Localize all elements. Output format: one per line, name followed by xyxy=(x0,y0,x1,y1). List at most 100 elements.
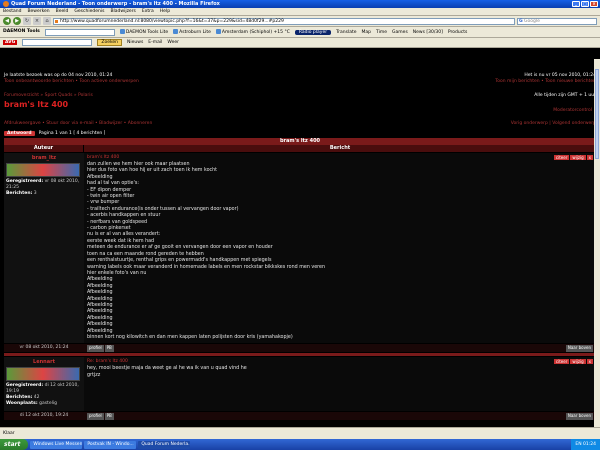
post-author-panel: Lennart Geregistreerd: di 12 okt 2010, 1… xyxy=(4,357,84,412)
avg-email-button[interactable]: E-mail xyxy=(148,40,162,45)
menu-bladwijzers[interactable]: Bladwijzers xyxy=(110,9,135,14)
games-button[interactable]: Games xyxy=(392,30,408,35)
moderator-link[interactable]: Moderatorcontrol xyxy=(553,108,592,113)
reply-button[interactable]: Antwoord xyxy=(4,131,35,136)
daemon-tools-button[interactable]: DAEMON Tools Lite xyxy=(119,29,168,35)
top-button[interactable]: Naar boven xyxy=(565,413,593,421)
time-button[interactable]: Time xyxy=(376,30,387,35)
quote-button[interactable]: citeer xyxy=(553,359,570,365)
avg-news-button[interactable]: Nieuws xyxy=(127,40,143,45)
reload-icon[interactable]: ↻ xyxy=(23,17,31,25)
task-firefox[interactable]: Quad Forum Nederla... xyxy=(138,440,191,449)
menu-extra[interactable]: Extra xyxy=(142,9,154,14)
edit-button[interactable]: wijzig xyxy=(570,359,586,365)
bookmark-link[interactable]: Bladwijzer xyxy=(99,121,122,126)
post-author-count: 42 xyxy=(33,395,40,401)
delete-button[interactable]: x xyxy=(586,359,593,365)
post-line: binnen kort nog kilowitch en dan men kap… xyxy=(87,334,293,340)
print-view-link[interactable]: Afdrukweergave xyxy=(4,121,41,126)
menu-geschiedenis[interactable]: Geschiedenis xyxy=(74,9,104,14)
subscribe-link[interactable]: Abonneren xyxy=(128,121,153,126)
pm-button[interactable]: PB xyxy=(104,413,114,421)
avg-logo: AVG xyxy=(3,40,18,45)
column-headers: Auteur Bericht xyxy=(4,145,596,152)
post-title[interactable]: bram's ltz 400 xyxy=(87,155,119,160)
topic-header: bram's ltz 400 xyxy=(4,138,596,145)
breadcrumb[interactable]: Forumoverzicht » Sport Quads » Polaris xyxy=(4,93,93,98)
products-button[interactable]: Products xyxy=(448,30,467,35)
timezone-text: Alle tijden zijn GMT + 1 uur xyxy=(534,93,596,98)
prev-topic-link[interactable]: Vorig onderwerp xyxy=(511,121,548,126)
post-author-name[interactable]: Lennart xyxy=(6,359,82,365)
avg-search-input[interactable] xyxy=(22,39,93,46)
scrollbar-thumb[interactable] xyxy=(595,69,599,159)
last-visit-text: Je laatste bezoek was op do 04 nov 2010,… xyxy=(4,73,113,78)
task-messenger[interactable]: Windows Live Messen... xyxy=(30,440,83,449)
forward-link[interactable]: Stuur door via e-mail xyxy=(46,121,93,126)
own-posts-link[interactable]: Toon mijn berichten xyxy=(495,79,539,84)
post-body: Re: bram's ltz 400 citeer wijzig x hey, mo… xyxy=(84,357,596,412)
translate-button[interactable]: Translate xyxy=(336,30,356,35)
new-posts-link[interactable]: Toon nieuwe berichten xyxy=(545,79,596,84)
close-button[interactable]: × xyxy=(590,1,598,7)
daemon-logo: DAEMON Tools xyxy=(3,29,40,34)
current-time-text: Het is nu vr 05 nov 2010, 01:24 xyxy=(524,73,596,78)
post-author-location: gastelig xyxy=(39,401,57,407)
quote-button[interactable]: citeer xyxy=(553,155,570,160)
pm-button[interactable]: PB xyxy=(104,345,114,353)
page-scrollbar[interactable] xyxy=(594,59,600,427)
post-date: di 12 okt 2010, 19:24 xyxy=(19,413,69,419)
news-button[interactable]: News [30/30] xyxy=(413,30,443,35)
avg-weather-button[interactable]: Weer xyxy=(167,40,179,45)
maximize-button[interactable]: □ xyxy=(581,1,589,7)
window-title: Quad Forum Nederland - Toon onderwerp - … xyxy=(11,1,220,7)
profile-button[interactable]: profiel xyxy=(87,413,104,421)
post-body: bram's ltz 400 citeer wijzig x dan zullen … xyxy=(84,153,596,344)
menu-bestand[interactable]: Bestand xyxy=(3,9,21,14)
radio-player-button[interactable]: Radio player xyxy=(294,29,332,35)
system-tray: EN 01:24 xyxy=(571,439,600,450)
minimize-button[interactable]: _ xyxy=(572,1,580,7)
menu-beeld[interactable]: Beeld xyxy=(56,9,69,14)
taskbar: start Windows Live Messen... Postvak IN … xyxy=(0,439,600,450)
back-icon[interactable]: ◀ xyxy=(3,17,11,25)
start-button[interactable]: start xyxy=(0,439,29,450)
language-indicator[interactable]: EN xyxy=(575,442,581,447)
unanswered-link[interactable]: Toon onbeantwoorde berichten xyxy=(4,79,74,84)
task-inbox[interactable]: Postvak IN - Windo... xyxy=(84,440,137,449)
navigation-bar: ◀ ▶ ↻ × ⌂ http://www.quadforumnederland.… xyxy=(0,16,600,27)
weather-icon xyxy=(215,29,221,34)
avatar xyxy=(6,367,80,382)
post-footer: di 12 okt 2010, 19:24 profiel PB Naar bov… xyxy=(4,412,596,421)
delete-button[interactable]: x xyxy=(586,155,593,160)
menu-bar: Bestand Bewerken Beeld Geschiedenis Blad… xyxy=(0,8,600,16)
url-input[interactable]: http://www.quadforumnederland.nl:8080/vi… xyxy=(53,17,515,25)
map-button[interactable]: Map xyxy=(362,30,372,35)
weather-button[interactable]: Amsterdam (Schiphol) +15 °C xyxy=(215,29,290,35)
avg-search-button[interactable]: Zoeken xyxy=(97,39,123,46)
active-topics-link[interactable]: Toon actieve onderwerpen xyxy=(79,79,139,84)
edit-button[interactable]: wijzig xyxy=(570,155,586,160)
toolbar-search-input[interactable] xyxy=(44,28,115,36)
search-input[interactable]: Google xyxy=(517,17,597,25)
post-date: vr 08 okt 2010, 21:24 xyxy=(19,345,69,351)
astroburn-button[interactable]: Astroburn Lite xyxy=(173,29,211,35)
page-title[interactable]: bram's ltz 400 xyxy=(4,100,596,109)
menu-bewerken[interactable]: Bewerken xyxy=(27,9,49,14)
menu-help[interactable]: Help xyxy=(160,9,170,14)
post-title[interactable]: Re: bram's ltz 400 xyxy=(87,359,128,364)
post-line: grtjzz xyxy=(87,372,101,378)
post-divider xyxy=(4,353,596,357)
post-author-name[interactable]: bram_ltz xyxy=(6,155,82,161)
author-column-header: Auteur xyxy=(4,145,84,152)
top-button[interactable]: Naar boven xyxy=(565,345,593,353)
post-author-panel: bram_ltz Geregistreerd: vr 08 okt 2010, … xyxy=(4,153,84,344)
window-controls: _ □ × xyxy=(572,1,598,7)
forward-icon[interactable]: ▶ xyxy=(13,17,21,25)
message-column-header: Bericht xyxy=(329,145,351,151)
next-topic-link[interactable]: Volgend onderwerp xyxy=(552,121,596,126)
profile-button[interactable]: profiel xyxy=(87,345,104,353)
home-icon[interactable]: ⌂ xyxy=(43,17,51,25)
post-footer: vr 08 okt 2010, 21:24 profiel PB Naar bov… xyxy=(4,344,596,353)
stop-icon[interactable]: × xyxy=(33,17,41,25)
